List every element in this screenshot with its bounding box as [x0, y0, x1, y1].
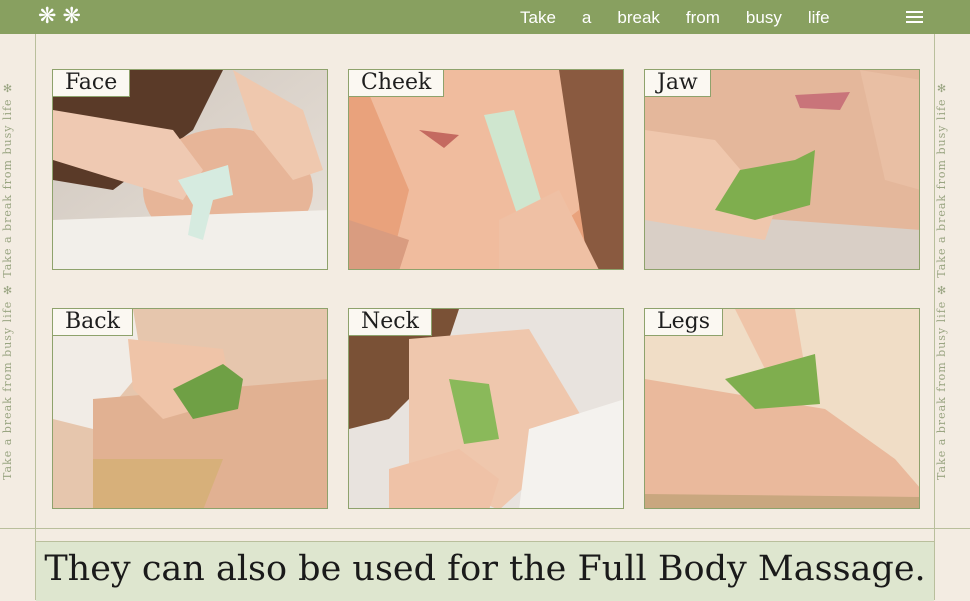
- tagline-word: Take: [520, 8, 556, 27]
- card-label: Face: [53, 70, 131, 97]
- card-legs: Legs: [644, 308, 920, 509]
- snowflake-icon: ❋: [62, 4, 81, 29]
- tagline: Take a break from busy life: [520, 8, 830, 28]
- caption: They can also be used for the Full Body …: [44, 549, 926, 589]
- card-neck: Neck: [348, 308, 624, 509]
- top-bar: ❋ ❋ Take a break from busy life: [0, 0, 970, 34]
- left-side-tagline: Take a break from busy life ✻ Take a bre…: [1, 79, 14, 481]
- left-divider: [35, 34, 36, 600]
- menu-icon[interactable]: [906, 11, 923, 23]
- card-back: Back: [52, 308, 328, 509]
- card-label: Jaw: [645, 70, 711, 97]
- tagline-word: life: [807, 8, 830, 27]
- card-jaw: Jaw: [644, 69, 920, 270]
- bottom-divider: [0, 528, 970, 529]
- tagline-word: break: [617, 8, 660, 27]
- tagline-word: busy: [745, 8, 782, 27]
- card-label: Neck: [349, 309, 432, 336]
- tagline-word: a: [581, 8, 592, 27]
- card-face: Face: [52, 69, 328, 270]
- card-cheek: Cheek: [348, 69, 624, 270]
- card-label: Legs: [645, 309, 724, 336]
- card-label: Back: [53, 309, 133, 336]
- back-massage-photo: [53, 309, 327, 508]
- legs-massage-photo: [645, 309, 919, 508]
- tagline-word: from: [685, 8, 720, 27]
- logo: ❋ ❋: [38, 6, 81, 28]
- neck-massage-photo: [349, 309, 623, 508]
- snowflake-icon: ❋: [38, 4, 57, 29]
- cheek-massage-photo: [349, 70, 623, 269]
- jaw-massage-photo: [645, 70, 919, 269]
- face-massage-photo: [53, 70, 327, 269]
- card-label: Cheek: [349, 70, 445, 97]
- right-side-tagline: Take a break from busy life ✻ Take a bre…: [935, 79, 948, 481]
